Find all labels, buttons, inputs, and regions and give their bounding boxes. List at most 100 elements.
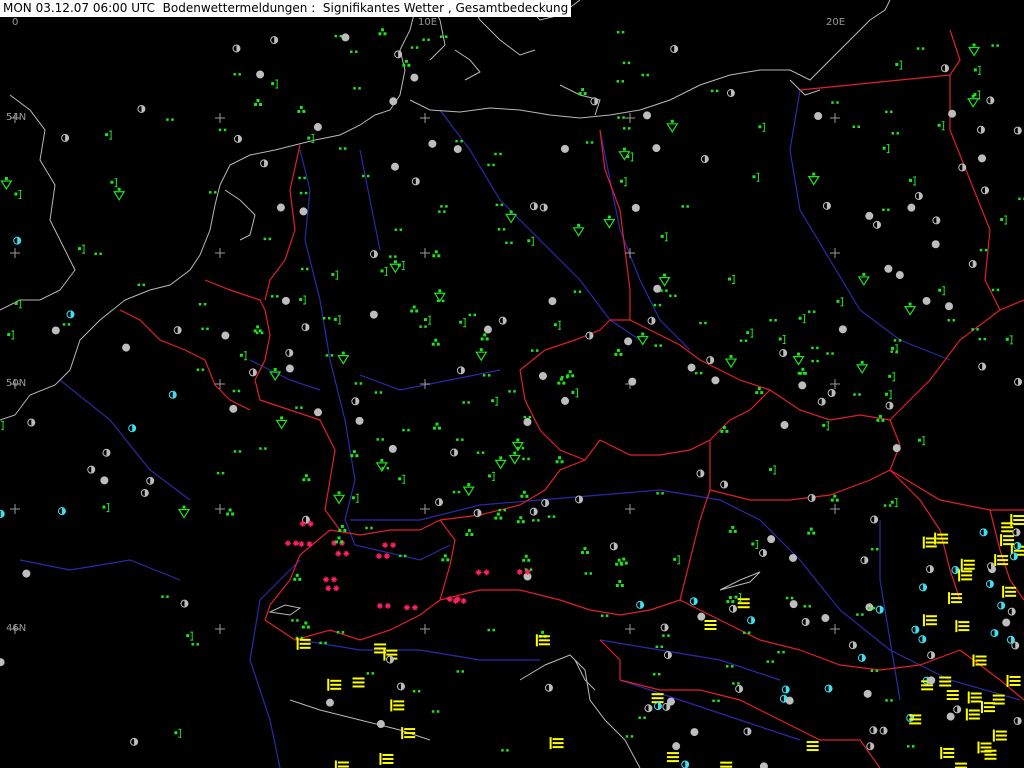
cloud-cover-circle: [814, 111, 823, 120]
cloud-cover-circle: [473, 508, 482, 517]
weather-map: [0, 0, 1024, 768]
cloud-cover-circle: [666, 697, 675, 706]
cloud-cover-circle: [260, 159, 269, 168]
cloud-cover-circle: [624, 337, 633, 346]
lon-label-20e: 20E: [826, 17, 846, 28]
cloud-cover-circle: [652, 144, 661, 153]
cloud-cover-circle: [281, 296, 290, 305]
cloud-cover-circle: [672, 742, 681, 751]
cloud-cover-circle: [221, 331, 230, 340]
map-title: MON 03.12.07 06:00 UTC Bodenwettermeldun…: [0, 0, 572, 17]
cloud-cover-circle: [1009, 552, 1018, 561]
lat-label-54n: 54N: [6, 112, 27, 123]
cloud-cover-circle: [100, 476, 109, 485]
cloud-cover-circle: [927, 651, 936, 660]
cloud-cover-circle: [130, 737, 139, 746]
cloud-cover-circle: [807, 493, 816, 502]
cloud-cover-circle: [137, 104, 146, 113]
cloud-cover-circle: [981, 186, 990, 195]
cloud-cover-circle: [575, 495, 584, 504]
cloud-cover-circle: [276, 203, 285, 212]
cloud-cover-circle: [644, 704, 653, 713]
cloud-cover-circle: [670, 44, 679, 53]
cloud-cover-circle: [866, 742, 875, 751]
lat-label-46n: 46N: [6, 623, 27, 634]
cloud-cover-circle: [687, 363, 696, 372]
cloud-cover-circle: [538, 371, 547, 380]
cloud-cover-circle: [979, 528, 988, 537]
cloud-cover-circle: [388, 444, 397, 453]
fog-symbol: [909, 714, 922, 725]
cloud-cover-circle: [351, 397, 360, 406]
cloud-cover-circle: [780, 421, 789, 430]
cloud-cover-circle: [785, 696, 794, 705]
cloud-cover-circle: [314, 408, 323, 417]
cloud-cover-circle: [435, 498, 444, 507]
cloud-cover-circle: [927, 676, 936, 685]
cloud-cover-circle: [483, 325, 492, 334]
cloud-cover-circle: [735, 684, 744, 693]
cloud-cover-circle: [1014, 377, 1023, 386]
fog-symbol: [704, 619, 717, 630]
cloud-cover-circle: [0, 658, 5, 667]
cloud-cover-circle: [628, 377, 637, 386]
cloud-cover-circle: [529, 202, 538, 211]
cloud-cover-circle: [948, 109, 957, 118]
cloud-cover-circle: [653, 284, 662, 293]
fog-symbol: [352, 677, 365, 688]
cloud-cover-circle: [643, 111, 652, 120]
cloud-cover-circle: [140, 488, 149, 497]
cloud-cover-circle: [779, 349, 788, 358]
cloud-cover-circle: [875, 605, 884, 614]
cloud-cover-circle: [386, 655, 395, 664]
lon-label-0: 0: [12, 17, 19, 28]
cloud-cover-circle: [720, 480, 729, 489]
cloud-cover-circle: [997, 601, 1006, 610]
cloud-cover-circle: [986, 96, 995, 105]
cloud-cover-circle: [767, 535, 776, 544]
fog-symbol: [651, 693, 664, 704]
cloud-cover-circle: [22, 569, 31, 578]
cloud-cover-circle: [27, 418, 36, 427]
cloud-cover-circle: [299, 207, 308, 216]
fog-symbol: [946, 690, 959, 701]
cloud-cover-circle: [711, 376, 720, 385]
fog-symbol: [737, 598, 750, 609]
cloud-cover-circle: [128, 424, 137, 433]
cloud-cover-circle: [325, 698, 334, 707]
cloud-cover-circle: [821, 614, 830, 623]
fog-symbol: [992, 694, 1005, 705]
cloud-cover-circle: [541, 498, 550, 507]
cloud-cover-circle: [13, 236, 22, 245]
cloud-cover-circle: [945, 302, 954, 311]
cloud-cover-circle: [396, 682, 405, 691]
cloud-cover-circle: [681, 760, 690, 768]
cloud-cover-circle: [697, 612, 706, 621]
cloud-cover-circle: [653, 702, 662, 711]
cloud-cover-circle: [968, 260, 977, 269]
cloud-cover-circle: [932, 216, 941, 225]
cloud-cover-circle: [690, 728, 699, 737]
cloud-cover-circle: [789, 553, 798, 562]
cloud-cover-circle: [410, 73, 419, 82]
cloud-cover-circle: [931, 240, 940, 249]
lon-label-10e: 10E: [418, 17, 438, 28]
cloud-cover-circle: [609, 542, 618, 551]
cloud-cover-circle: [57, 507, 66, 516]
cloud-cover-circle: [529, 507, 538, 516]
cloud-cover-circle: [428, 139, 437, 148]
fog-symbol: [374, 643, 387, 654]
cloud-cover-circle: [951, 566, 960, 575]
cloud-cover-circle: [689, 597, 698, 606]
cloud-cover-circle: [229, 404, 238, 413]
cloud-cover-circle: [822, 201, 831, 210]
cloud-cover-circle: [87, 465, 96, 474]
cloud-cover-circle: [285, 348, 294, 357]
cloud-cover-circle: [369, 250, 378, 259]
cloud-cover-circle: [232, 44, 241, 53]
cloud-cover-circle: [895, 271, 904, 280]
cloud-cover-circle: [66, 310, 75, 319]
cloud-cover-circle: [548, 297, 557, 306]
cloud-cover-circle: [706, 356, 715, 365]
lat-label-50n: 50N: [6, 378, 27, 389]
